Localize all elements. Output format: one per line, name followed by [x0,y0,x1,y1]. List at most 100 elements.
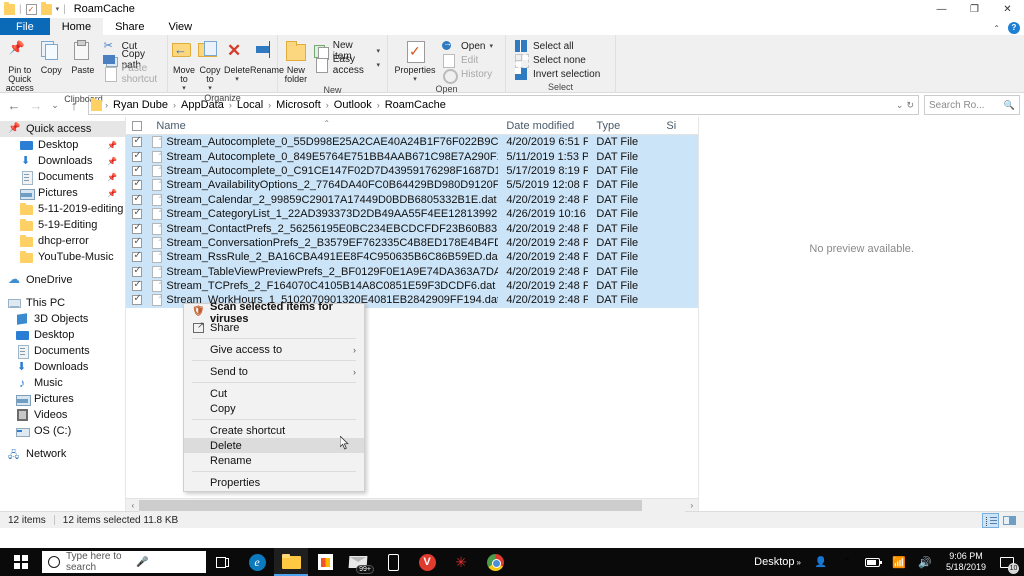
table-row[interactable]: Stream_TCPrefs_2_F164070C4105B14A8C0851E… [126,278,699,294]
scrollbar-track[interactable] [139,498,686,512]
maximize-button[interactable]: ❐ [958,0,991,18]
sidebar-item-onedrive[interactable]: OneDrive [0,272,125,288]
sidebar-item-pictures-pc[interactable]: Pictures [0,391,125,407]
sidebar-item-youtube-music[interactable]: YouTube-Music [0,249,125,265]
large-icons-view-button[interactable] [1001,513,1018,528]
collapse-ribbon-icon[interactable]: ⌃ [993,24,1000,33]
volume-icon[interactable]: 🔊 [912,548,938,576]
start-button[interactable] [0,548,42,576]
taskbar-search-input[interactable]: Type here to search 🎤 [42,551,206,573]
tab-view[interactable]: View [156,18,204,35]
row-checkbox[interactable] [126,178,148,191]
edit-button[interactable]: Edit [438,53,496,68]
menu-item-copy[interactable]: Copy [184,401,364,416]
microsoft-store-icon[interactable] [308,548,342,576]
refresh-icon[interactable]: ↻ [906,100,914,111]
tab-share[interactable]: Share [103,18,156,35]
help-icon[interactable]: ? [1008,22,1020,34]
move-to-button[interactable]: Move to ▾ [172,38,196,92]
table-row[interactable]: Stream_RssRule_2_BA16CBA491EE8F4C950635B… [126,250,699,265]
people-icon[interactable] [808,548,834,576]
menu-item-send-to[interactable]: Send to › [184,364,364,379]
crumb-separator-4[interactable]: › [326,100,329,110]
row-checkbox[interactable] [126,265,148,277]
select-all-button[interactable]: Select all [510,39,603,53]
sidebar-item-desktop-pc[interactable]: Desktop [0,327,125,343]
new-folder-button[interactable]: New folder [282,38,310,84]
table-row[interactable]: Stream_Autocomplete_0_55D998E25A2CAE40A2… [126,135,699,150]
scroll-left-button[interactable]: ‹ [126,501,139,510]
menu-item-scan-selected-items-for-viruses[interactable]: Scan selected items for viruses [184,301,364,325]
wifi-icon[interactable]: 📶 [886,548,912,576]
delete-button[interactable]: Delete ▾ [224,38,250,83]
sidebar-item-5-19-editing[interactable]: 5-19-Editing [0,217,125,233]
mail-icon[interactable]: 99+ [342,548,376,576]
table-row[interactable]: Stream_TableViewPreviewPrefs_2_BF0129F0E… [126,264,699,279]
sidebar-item-os-c[interactable]: OS (C:) [0,423,125,439]
breadcrumb-item-roamcache[interactable]: RoamCache [383,99,448,111]
sidebar-item-music[interactable]: Music [0,375,125,391]
chrome-icon[interactable] [478,548,512,576]
sidebar-item-quick-access[interactable]: Quick access [0,121,126,137]
minimize-button[interactable]: — [925,0,958,18]
table-row[interactable]: Stream_Autocomplete_0_849E5764E751BB4AAB… [126,149,699,164]
crumb-separator-5[interactable]: › [377,100,380,110]
your-phone-icon[interactable] [376,548,410,576]
properties-icon[interactable] [25,3,37,15]
row-checkbox[interactable] [126,279,148,292]
menu-item-give-access-to[interactable]: Give access to › [184,342,364,357]
action-center-button[interactable]: 10 [994,548,1020,576]
row-checkbox[interactable] [126,193,148,205]
history-button[interactable]: History [438,67,496,84]
select-all-checkbox[interactable] [126,120,148,131]
sidebar-item-desktop[interactable]: Desktop 📌 [0,137,125,153]
table-row[interactable]: Stream_Autocomplete_0_C91CE147F02D7D4395… [126,163,699,179]
breadcrumb-item-outlook[interactable]: Outlook [332,99,374,111]
tab-file[interactable]: File [0,18,50,35]
desktop-label[interactable]: Desktop » [747,548,808,576]
paste-shortcut-button[interactable]: Paste shortcut [99,63,163,85]
edge-icon[interactable]: e [240,548,274,576]
sidebar-item-network[interactable]: Network [0,446,125,465]
clock[interactable]: 9:06 PM 5/18/2019 [938,548,994,576]
column-header-name[interactable]: Name ⌃ [148,120,498,132]
menu-item-cut[interactable]: Cut [184,386,364,401]
breadcrumb-item-microsoft[interactable]: Microsoft [274,99,323,111]
copy-to-button[interactable]: Copy to ▾ [198,38,222,92]
menu-item-delete[interactable]: Delete [184,438,364,453]
menu-item-properties[interactable]: Properties [184,475,364,490]
table-row[interactable]: Stream_AvailabilityOptions_2_7764DA40FC0… [126,178,699,193]
row-checkbox[interactable] [126,135,148,148]
row-checkbox[interactable] [126,236,148,248]
tab-home[interactable]: Home [49,18,104,35]
sidebar-item-videos[interactable]: Videos [0,407,125,423]
table-row[interactable]: Stream_CategoryList_1_22AD393373D2DB49AA… [126,206,699,222]
row-checkbox[interactable] [126,222,148,234]
sidebar-item-this-pc[interactable]: This PC [0,295,125,311]
sidebar-item-downloads[interactable]: Downloads 📌 [0,153,125,169]
sidebar-item-documents-pc[interactable]: Documents [0,343,125,359]
invert-selection-button[interactable]: Invert selection [510,67,603,81]
new-folder-icon[interactable] [40,2,52,15]
pin-to-quick-access-button[interactable]: Pin to Quick access [4,38,36,93]
details-view-button[interactable] [982,512,999,528]
sidebar-item-documents[interactable]: Documents 📌 [0,169,125,185]
chevron-down-icon[interactable]: ▾ [56,5,60,13]
folder-icon[interactable] [4,2,15,15]
row-checkbox[interactable] [126,207,148,220]
scroll-right-button[interactable]: › [685,501,698,510]
file-explorer-icon[interactable] [274,548,308,576]
search-input[interactable]: Search Ro... 🔍 [924,95,1020,115]
navigation-pane[interactable]: Quick access Desktop 📌 Downloads 📌 Docum… [0,117,127,511]
battery-icon[interactable] [860,548,886,576]
paste-button[interactable]: Paste [67,38,99,75]
horizontal-scrollbar[interactable]: ‹ › [126,498,699,512]
menu-item-create-shortcut[interactable]: Create shortcut [184,423,364,438]
row-checkbox[interactable] [126,293,148,306]
menu-item-rename[interactable]: Rename [184,453,364,468]
table-row[interactable]: Stream_ConversationPrefs_2_B3579EF762335… [126,235,699,251]
address-dropdown-icon[interactable]: ⌄ [896,100,904,111]
show-hidden-icons-button[interactable]: ⌃ [834,548,860,576]
column-header-size[interactable]: Si [658,120,698,132]
open-button[interactable]: Open ▾ [438,38,496,53]
